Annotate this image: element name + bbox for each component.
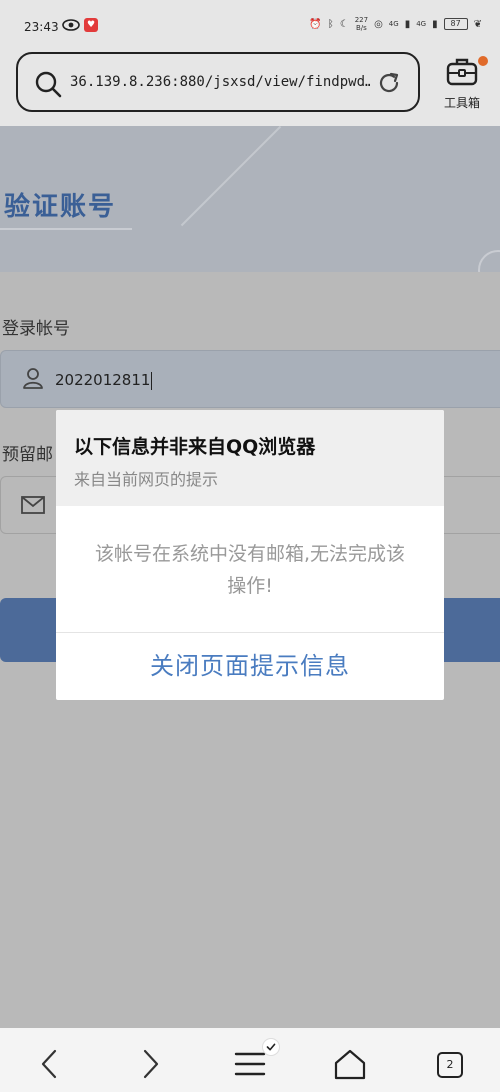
wifi-icon: ◎: [374, 18, 383, 30]
bluetooth-icon: ᛒ: [327, 18, 334, 30]
dialog-subtitle: 来自当前网页的提示: [74, 470, 219, 489]
address-bar[interactable]: 36.139.8.236:880/jsxsd/view/findpwd…: [16, 52, 420, 112]
account-input[interactable]: 2022012811: [0, 350, 500, 408]
signal-bars-icon: ▮: [432, 18, 438, 30]
dialog-message: 该帐号在系统中没有邮箱,无法完成该操作!: [94, 543, 406, 597]
alert-dialog: 以下信息并非来自QQ浏览器 来自当前网页的提示 该帐号在系统中没有邮箱,无法完成…: [56, 410, 444, 700]
dialog-header: 以下信息并非来自QQ浏览器 来自当前网页的提示: [56, 410, 444, 506]
tabs-button[interactable]: 2: [437, 1052, 463, 1078]
page-title: 验证账号: [4, 192, 117, 222]
toolbox-button[interactable]: 工具箱: [436, 54, 488, 114]
url-text[interactable]: 36.139.8.236:880/jsxsd/view/findpwd…: [70, 74, 370, 90]
network-speed-value: 227: [354, 16, 369, 24]
network-speed-unit: B/s: [355, 24, 367, 32]
title-underline: [0, 228, 132, 230]
signal-2-label: 4G: [416, 20, 427, 28]
search-icon: [35, 71, 62, 98]
signal-bars-icon: ▮: [404, 18, 411, 30]
app-notification-icon: ♥: [84, 18, 98, 32]
account-value[interactable]: 2022012811: [55, 371, 153, 390]
check-badge-icon: [262, 1038, 280, 1056]
refresh-icon[interactable]: [376, 70, 402, 96]
moon-icon: ☾: [339, 18, 349, 30]
network-speed: 227 B/s: [355, 16, 368, 32]
account-label: 登录帐号: [2, 319, 70, 339]
header-decoration: [180, 126, 282, 227]
status-bar: 23:43 ♥ ⏰ ᛒ ☾ 227 B/s ◎ 4G ▮ 4G ▮ 87 ❦: [0, 0, 500, 52]
notification-dot: [478, 56, 488, 66]
eye-icon: [62, 19, 80, 31]
bottom-navigation: 2: [0, 1028, 500, 1092]
home-icon[interactable]: [332, 1046, 368, 1082]
mail-icon: [21, 496, 45, 514]
user-icon: [23, 368, 43, 389]
browser-toolbar: 36.139.8.236:880/jsxsd/view/findpwd… 工具箱: [0, 52, 500, 126]
email-label: 预留邮: [2, 445, 53, 465]
toolbox-label: 工具箱: [443, 96, 480, 110]
text-caret: [151, 371, 153, 390]
leaf-icon: ❦: [473, 18, 482, 30]
page-header: 验证账号: [0, 126, 500, 272]
status-icons: ⏰ ᛒ ☾ 227 B/s ◎ 4G ▮ 4G ▮ 87 ❦: [309, 16, 482, 32]
dialog-title: 以下信息并非来自QQ浏览器: [74, 436, 316, 458]
back-icon[interactable]: [32, 1046, 68, 1082]
dialog-close-button[interactable]: 关闭页面提示信息: [56, 633, 444, 700]
forward-icon[interactable]: [132, 1046, 168, 1082]
toolbox-icon: [446, 58, 478, 86]
account-value-text: 2022012811: [55, 371, 151, 389]
battery-icon: 87: [443, 18, 468, 30]
status-time: 23:43: [24, 20, 59, 34]
alarm-icon: ⏰: [309, 18, 322, 30]
signal-1-label: 4G: [388, 20, 399, 28]
header-decoration-circle: [478, 250, 500, 272]
